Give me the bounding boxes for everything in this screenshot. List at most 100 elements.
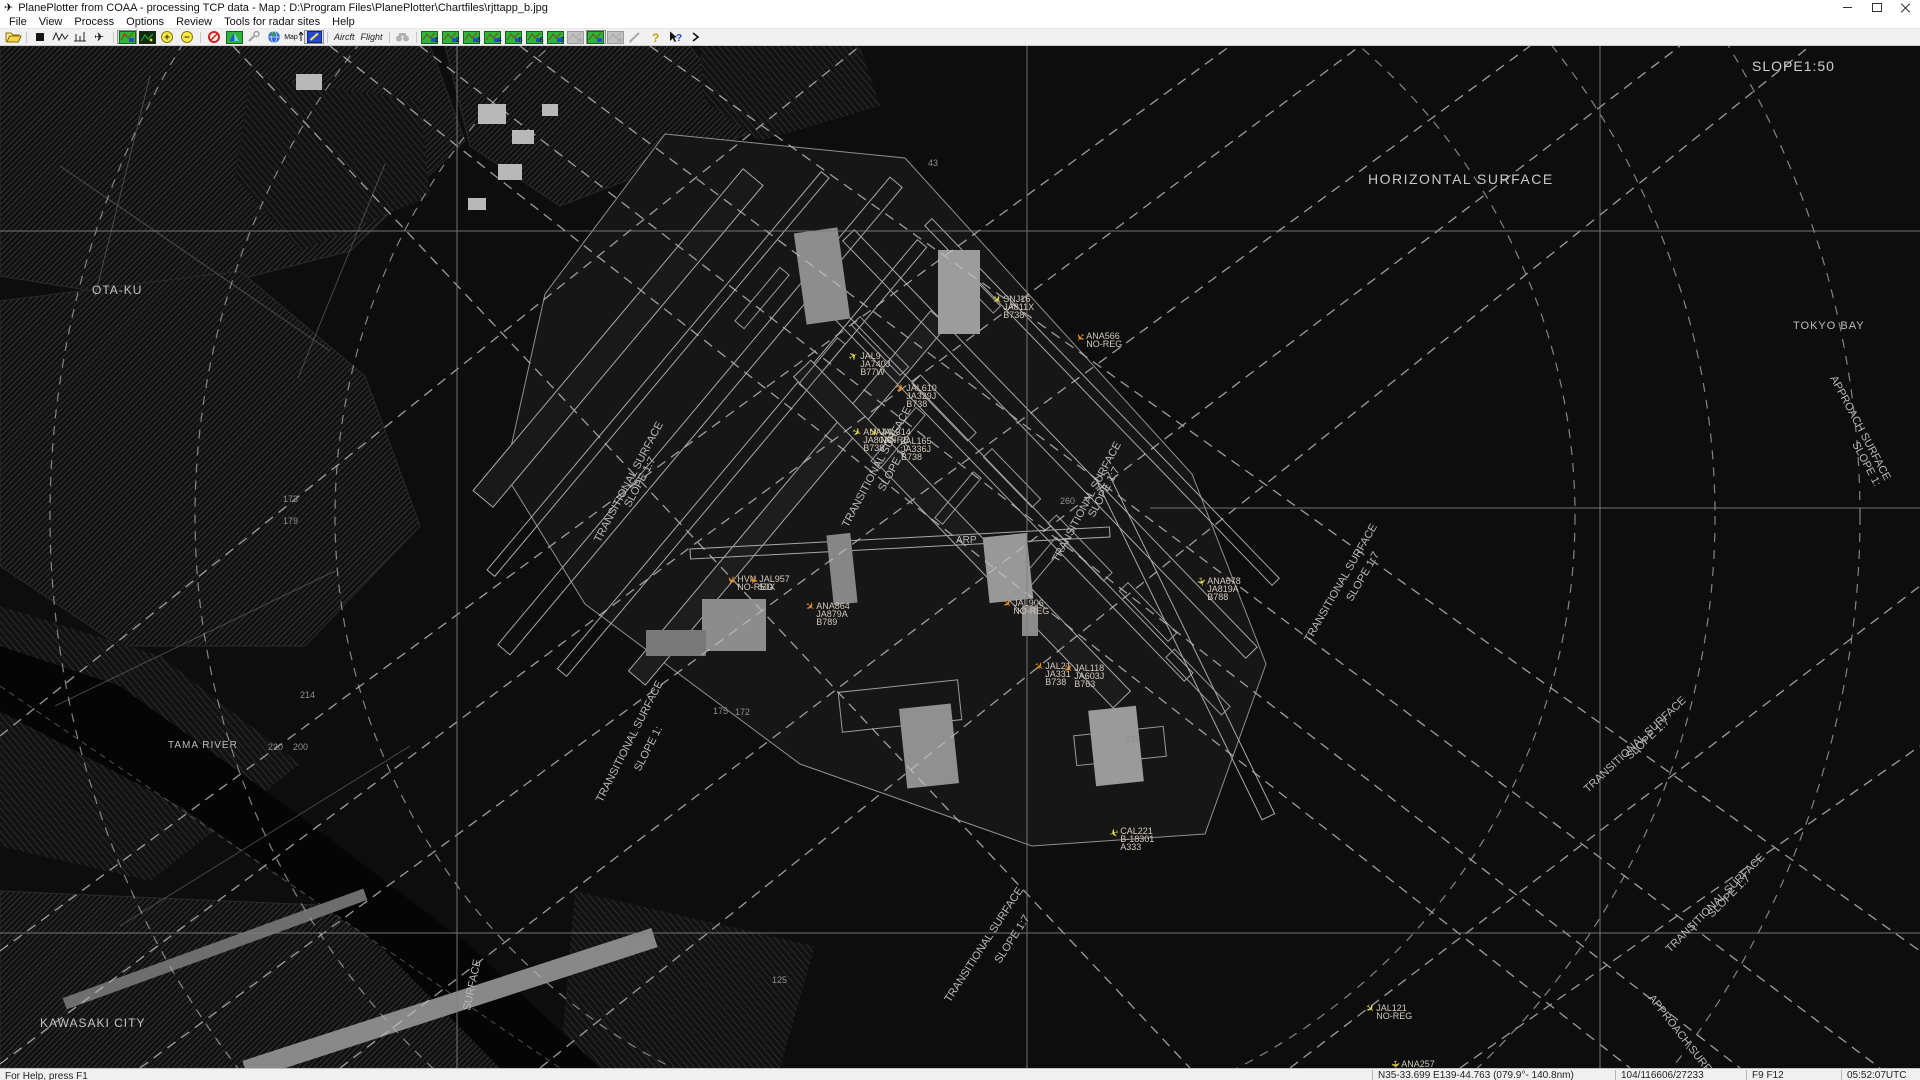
aircft-button[interactable]: Aircft <box>331 30 358 44</box>
binoculars-disabled-button[interactable] <box>393 30 413 44</box>
aircraft-snj16[interactable]: ✈SNJ16JA811XB738 <box>992 295 1034 319</box>
aircraft-jal610[interactable]: ✈JAL610JA329JB738 <box>895 384 937 408</box>
toolbar-separator <box>23 31 30 44</box>
pencil-icon <box>627 30 644 44</box>
chart-preset-button-4[interactable]: 4 <box>483 30 503 44</box>
aircraft-label: ANA678JA819AB788 <box>1207 577 1241 601</box>
message-list-button[interactable] <box>70 30 90 44</box>
aircraft-icon: ✈ <box>1000 597 1014 611</box>
aircraft-jal118[interactable]: ✈JAL118JA603JB763 <box>1063 664 1104 688</box>
chart-preset-button-6[interactable]: 6 <box>525 30 545 44</box>
aircraft-label: JAL165JA336JB738 <box>901 437 932 461</box>
aircraft-icon: ✈ <box>867 426 880 439</box>
aircraft-ana257[interactable]: ✈ANA257 <box>1390 1060 1435 1068</box>
menu-item-help[interactable]: Help <box>326 16 361 28</box>
chart-preset-button-2[interactable]: 2 <box>441 30 461 44</box>
toolbar-separator <box>413 31 420 44</box>
menu-item-view[interactable]: View <box>33 16 69 28</box>
aircraft-label: JAL610JA329JB738 <box>906 384 937 408</box>
chart-edit-button[interactable] <box>304 30 324 44</box>
aircraft-layer: ✈SNJ16JA811XB738✈ANA566NO-REG✈JAL9JA740J… <box>0 46 1920 1068</box>
chart-preset-number: 5 <box>519 37 523 44</box>
help-button[interactable]: ? <box>646 30 666 44</box>
aircraft-jal165[interactable]: JAL165JA336JB738 <box>901 437 932 461</box>
yacht-icon <box>226 31 243 44</box>
chart-disabled-button[interactable] <box>566 30 586 44</box>
status-help-text: For Help, press F1 <box>0 1071 1372 1080</box>
aircraft-icon: ✈ <box>1061 662 1075 676</box>
menu-item-tools-for-radar-sites[interactable]: Tools for radar sites <box>218 16 326 28</box>
svg-text:?: ? <box>676 33 682 44</box>
chart-disabled-button-2[interactable] <box>606 30 626 44</box>
chart-preset-number: 2 <box>456 37 460 44</box>
chart-active-button[interactable] <box>586 30 606 44</box>
aircraft-label: JAL9JA740JB77W <box>860 352 890 376</box>
more-buttons-chevron[interactable] <box>686 30 706 44</box>
chart-preset-button-3[interactable]: 3 <box>462 30 482 44</box>
zoom-in-button[interactable] <box>157 30 177 44</box>
window-title: PlanePlotter from COAA - processing TCP … <box>18 2 548 14</box>
chart-preset-number: 4 <box>498 37 502 44</box>
wrench-icon <box>246 30 263 44</box>
aircraft-label: ANA566NO-REG <box>1086 332 1122 348</box>
tools-disabled-button[interactable] <box>244 30 264 44</box>
aircraft-jal9[interactable]: ✈JAL9JA740JB77W <box>849 352 890 376</box>
aircraft-jal906[interactable]: ✈JAL906NO-REG <box>1002 599 1049 615</box>
map-up-label: Map <box>284 34 298 41</box>
aircraft-icon: ✈ <box>746 574 759 586</box>
aircraft-ana566[interactable]: ✈ANA566NO-REG <box>1075 332 1122 348</box>
aircraft-label: JAL118JA603JB763 <box>1074 664 1104 688</box>
map-canvas[interactable]: SLOPE1:50HORIZONTAL SURFACETOKYO BAYOTA-… <box>0 46 1920 1068</box>
draw-disabled-button[interactable] <box>626 30 646 44</box>
maximize-button[interactable] <box>1862 0 1891 15</box>
close-button[interactable] <box>1891 0 1920 15</box>
chart-preset-button-5[interactable]: 5 <box>504 30 524 44</box>
menu-item-file[interactable]: File <box>3 16 33 28</box>
aircraft-cal221[interactable]: ✈CAL221B-18301A333 <box>1109 827 1154 851</box>
chart-preset-number: 6 <box>540 37 544 44</box>
chart-preset-number: 1 <box>435 37 439 44</box>
aircraft-icon: ✈ <box>1073 330 1087 343</box>
chart-preset-button-7[interactable]: 7 <box>546 30 566 44</box>
aircraft-icon: ✈ <box>724 574 737 587</box>
context-help-button[interactable]: ? <box>666 30 686 44</box>
yacht-mode-button[interactable] <box>224 30 244 44</box>
chart-dark-button[interactable] <box>137 30 157 44</box>
zoom-out-button[interactable] <box>177 30 197 44</box>
chart-preset-button-1[interactable]: 1 <box>420 30 440 44</box>
aircraft-ana678[interactable]: ✈ANA678JA819AB788 <box>1196 577 1241 601</box>
globe-button[interactable] <box>264 30 284 44</box>
minimize-button[interactable] <box>1833 0 1862 15</box>
menu-bar: FileViewProcessOptionsReviewTools for ra… <box>0 15 1920 29</box>
close-icon <box>1901 3 1910 12</box>
stop-button[interactable] <box>30 30 50 44</box>
aircraft-view-button[interactable]: ✈ <box>90 30 110 44</box>
aircraft-ana864[interactable]: ✈ANA864JA879AB789 <box>805 602 850 626</box>
signal-trace-button[interactable] <box>50 30 70 44</box>
aircraft-icon: ✈ <box>1363 1002 1377 1016</box>
menu-item-options[interactable]: Options <box>120 16 170 28</box>
status-function-keys: F9 F12 <box>1746 1070 1841 1080</box>
chevron-right-icon <box>687 30 704 44</box>
open-file-button[interactable] <box>3 30 23 44</box>
aircraft-label: SNJ16JA811XB738 <box>1003 295 1034 319</box>
menu-item-process[interactable]: Process <box>68 16 120 28</box>
globe-icon <box>266 30 283 44</box>
aircraft-icon: ✈ <box>1389 1060 1400 1068</box>
no-entry-button[interactable] <box>204 30 224 44</box>
menu-item-review[interactable]: Review <box>170 16 218 28</box>
binoculars-icon <box>394 30 411 44</box>
aircraft-jal121[interactable]: ✈JAL121NO-REG <box>1365 1004 1412 1020</box>
flight-button[interactable]: Flight <box>358 30 386 44</box>
aircraft-icon: ✈ <box>1032 660 1045 674</box>
zoom-in-icon <box>159 30 176 44</box>
aircft-label: Aircft <box>334 32 355 42</box>
app-airplane-icon: ✈ <box>4 2 13 13</box>
chart-select-button[interactable] <box>117 30 137 44</box>
aircraft-icon: ✈ <box>803 600 816 614</box>
aircraft-icon: ✈ <box>990 293 1003 307</box>
aircraft-icon: ✈ <box>850 427 863 440</box>
chart-gray-icon <box>607 31 624 44</box>
aircraft-jal957[interactable]: ✈JAL95750X <box>748 575 790 591</box>
map-up-button[interactable]: Map <box>284 30 304 44</box>
